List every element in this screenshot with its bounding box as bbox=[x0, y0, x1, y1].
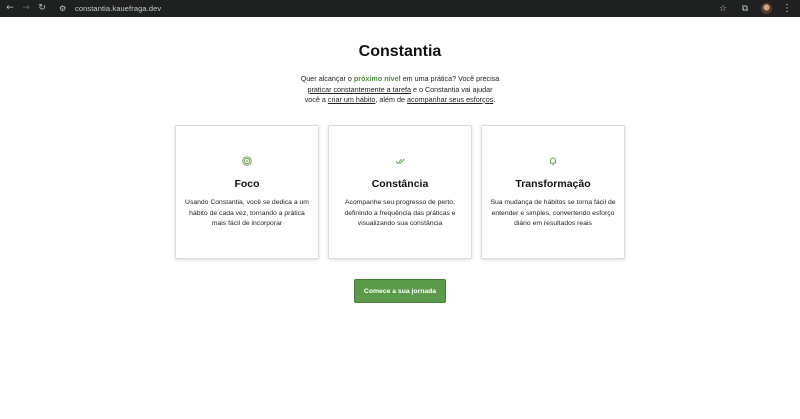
intro-text: . bbox=[493, 95, 496, 104]
intro-paragraph: Quer alcançar o próximo nível em uma prá… bbox=[300, 74, 500, 106]
back-arrow-icon[interactable]: ← bbox=[3, 2, 17, 16]
double-check-icon bbox=[329, 156, 471, 169]
browser-toolbar: ← → ↻ ⚙ constantia.kauefraga.dev ☆ ⧉ ⋮ bbox=[0, 0, 800, 17]
intro-underline: criar um hábito bbox=[327, 95, 376, 104]
feature-title: Foco bbox=[234, 178, 260, 190]
feature-card-constancia: Constância Acompanhe seu progresso de pe… bbox=[328, 125, 472, 259]
feature-description: Sua mudança de hábitos se torna fácil de… bbox=[490, 199, 616, 227]
page-title: Constantia bbox=[358, 43, 442, 60]
url-text[interactable]: constantia.kauefraga.dev bbox=[75, 4, 161, 13]
site-settings-icon[interactable]: ⚙ bbox=[59, 4, 71, 13]
menu-dots-icon[interactable]: ⋮ bbox=[782, 3, 792, 14]
browser-actions: ☆ ⧉ ⋮ bbox=[717, 3, 792, 14]
extensions-icon[interactable]: ⧉ bbox=[739, 4, 751, 14]
feature-card-transformacao: Transformação Sua mudança de hábitos se … bbox=[481, 125, 625, 259]
reload-icon[interactable]: ↻ bbox=[35, 2, 49, 16]
target-icon bbox=[176, 156, 318, 169]
intro-highlight: próximo nível bbox=[353, 74, 401, 83]
nav-buttons: ← → ↻ bbox=[3, 2, 49, 16]
feature-description: Usando Constantia, você se dedica a um h… bbox=[185, 199, 309, 227]
intro-underline: acompanhar seus esforços bbox=[407, 95, 494, 104]
feature-title: Transformação bbox=[515, 178, 591, 190]
feature-title: Constância bbox=[371, 178, 429, 190]
profile-avatar[interactable] bbox=[761, 3, 772, 14]
intro-text: Quer alcançar o bbox=[300, 74, 354, 83]
bell-icon bbox=[482, 156, 624, 169]
intro-text: , além de bbox=[375, 95, 407, 104]
intro-text: em uma prática? Você precisa bbox=[400, 74, 500, 83]
bookmark-star-icon[interactable]: ☆ bbox=[717, 4, 729, 14]
feature-card-foco: Foco Usando Constantia, você se dedica a… bbox=[175, 125, 319, 259]
page-content: Constantia Quer alcançar o próximo nível… bbox=[0, 17, 800, 419]
feature-description: Acompanhe seu progresso de perto, defini… bbox=[344, 199, 456, 227]
start-journey-button[interactable]: Comece a sua jornada bbox=[354, 279, 446, 303]
address-bar[interactable]: ⚙ constantia.kauefraga.dev bbox=[59, 2, 717, 15]
intro-underline: praticar constantemente a tarefa bbox=[307, 84, 411, 94]
forward-arrow-icon[interactable]: → bbox=[19, 2, 33, 16]
